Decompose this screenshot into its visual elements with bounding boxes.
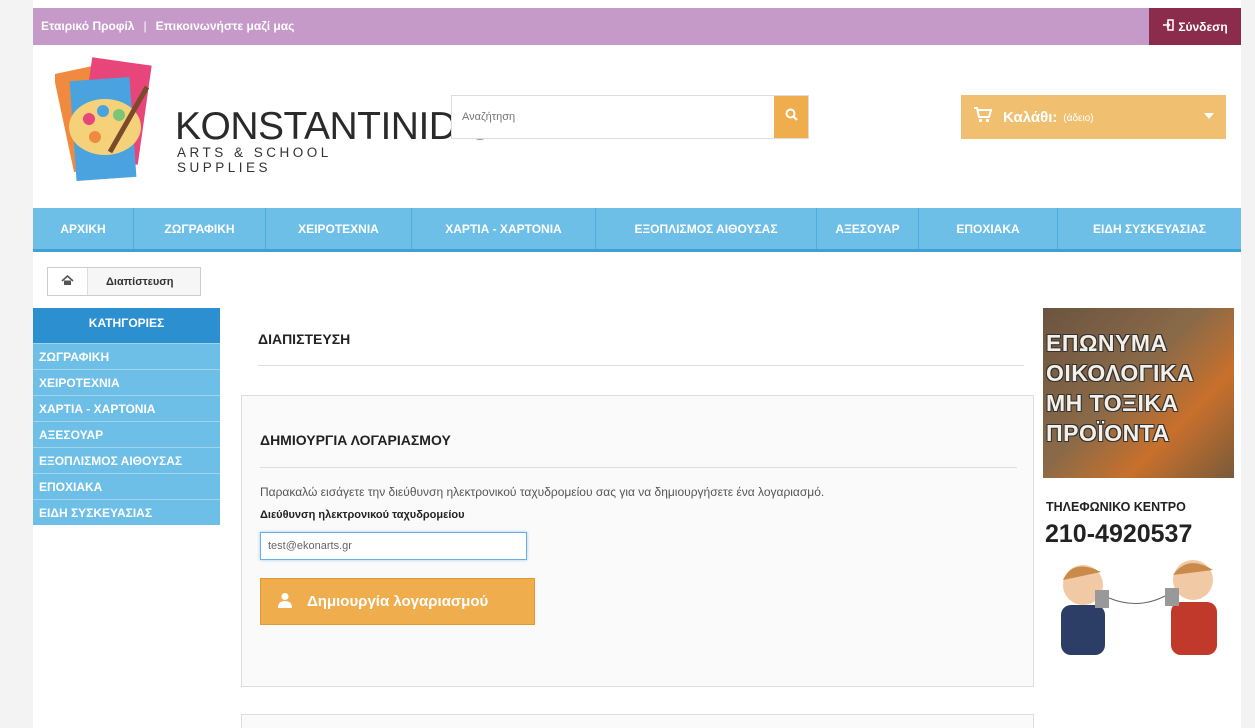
logo-tagline: ARTS & SCHOOL SUPPLIES — [177, 145, 332, 175]
breadcrumb-home[interactable] — [48, 268, 88, 295]
eco-products-banner[interactable]: ΕΠΩΝΥΜΑ ΟΙΚΟΛΟΓΙΚΑ ΜΗ ΤΟΞΙΚΑ ΠΡΟΪΟΝΤΑ — [1043, 308, 1234, 478]
home-icon — [61, 274, 74, 289]
breadcrumb-current: Διαπίστευση — [106, 275, 174, 288]
sidebar-item-painting[interactable]: ΖΩΓΡΑΦΙΚΗ — [33, 343, 220, 369]
search-icon — [785, 108, 798, 126]
eco-line-2: ΟΙΚΟΛΟΓΙΚΑ — [1046, 360, 1195, 386]
category-sidebar: ΚΑΤΗΓΟΡΙΕΣ ΖΩΓΡΑΦΙΚΗ ΧΕΙΡΟΤΕΧΝΙΑ ΧΑΡΤΙΑ … — [33, 308, 220, 525]
sidebar-item-accessories[interactable]: ΑΞΕΣΟΥΑΡ — [33, 421, 220, 447]
sidebar-item-classroom[interactable]: ΕΞΟΠΛΙΣΜΟΣ ΑΙΘΟΥΣΑΣ — [33, 447, 220, 473]
chevron-down-icon — [1204, 113, 1214, 119]
sidebar-title: ΚΑΤΗΓΟΡΙΕΣ — [33, 308, 220, 343]
user-icon — [277, 592, 293, 612]
cart-button[interactable]: Καλάθι: (άδειο) — [961, 95, 1226, 139]
create-account-label: Δημιουργία λογαριασμού — [307, 593, 489, 610]
eco-line-4: ΠΡΟΪΟΝΤΑ — [1046, 420, 1170, 446]
sidebar-item-packaging[interactable]: ΕΙΔΗ ΣΥΣΚΕΥΑΣΙΑΣ — [33, 499, 220, 525]
login-panel — [241, 714, 1034, 728]
phone-center-label: ΤΗΛΕΦΩΝΙΚΟ ΚΕΝΤΡΟ — [1046, 500, 1186, 514]
nav-item-paper[interactable]: ΧΑΡΤΙΑ - ΧΑΡΤΟΝΙΑ — [412, 208, 596, 249]
create-account-intro: Παρακαλώ εισάγετε την διεύθυνση ηλεκτρον… — [260, 485, 825, 499]
email-label: Διεύθυνση ηλεκτρονικού ταχυδρομείου — [260, 509, 465, 521]
breadcrumb: Διαπίστευση — [47, 267, 201, 296]
nav-item-classroom[interactable]: ΕΞΟΠΛΙΣΜΟΣ ΑΙΘΟΥΣΑΣ — [596, 208, 817, 249]
nav-item-painting[interactable]: ΖΩΓΡΑΦΙΚΗ — [134, 208, 266, 249]
create-account-button[interactable]: Δημιουργία λογαριασμού — [260, 578, 535, 625]
create-account-heading: ΔΗΜΙΟΥΡΓΙΑ ΛΟΓΑΡΙΑΣΜΟΥ — [260, 432, 451, 448]
sidebar-item-paper[interactable]: ΧΑΡΤΙΑ - ΧΑΡΤΟΝΙΑ — [33, 395, 220, 421]
login-button[interactable]: Σύνδεση — [1149, 8, 1241, 45]
panel-divider — [260, 467, 1017, 468]
main-nav: ΑΡΧΙΚΗ ΖΩΓΡΑΦΙΚΗ ΧΕΙΡΟΤΕΧΝΙΑ ΧΑΡΤΙΑ - ΧΑ… — [33, 208, 1241, 252]
top-bar: Εταιρικό Προφίλ | Επικοινωνήστε μαζί μας… — [33, 8, 1241, 45]
nav-item-packaging[interactable]: ΕΙΔΗ ΣΥΣΚΕΥΑΣΙΑΣ — [1058, 208, 1241, 249]
sidebar-item-crafts[interactable]: ΧΕΙΡΟΤΕΧΝΙΑ — [33, 369, 220, 395]
cart-label: Καλάθι: — [1003, 108, 1058, 126]
logo-name: KONSTANTINIDIS — [175, 105, 493, 148]
top-links: Εταιρικό Προφίλ | Επικοινωνήστε μαζί μας — [41, 19, 294, 33]
contact-link[interactable]: Επικοινωνήστε μαζί μας — [156, 19, 295, 33]
top-links-separator: | — [143, 19, 147, 33]
nav-item-home[interactable]: ΑΡΧΙΚΗ — [33, 208, 134, 249]
phone-banner-image — [1043, 550, 1234, 655]
title-divider — [258, 365, 1024, 366]
nav-item-seasonal[interactable]: ΕΠΟΧΙΑΚΑ — [919, 208, 1058, 249]
logo-icon — [55, 57, 152, 181]
search-button[interactable] — [774, 96, 808, 138]
create-account-panel: ΔΗΜΙΟΥΡΓΙΑ ΛΟΓΑΡΙΑΣΜΟΥ Παρακαλώ εισάγετε… — [241, 395, 1034, 687]
search-input[interactable] — [452, 96, 774, 138]
eco-line-3: ΜΗ ΤΟΞΙΚΑ — [1046, 390, 1179, 416]
nav-item-crafts[interactable]: ΧΕΙΡΟΤΕΧΝΙΑ — [266, 208, 412, 249]
search-box — [451, 95, 809, 139]
nav-item-accessories[interactable]: ΑΞΕΣΟΥΑΡ — [817, 208, 919, 249]
login-label: Σύνδεση — [1178, 19, 1228, 34]
page: Εταιρικό Προφίλ | Επικοινωνήστε μαζί μας… — [33, 0, 1241, 728]
sidebar-item-seasonal[interactable]: ΕΠΟΧΙΑΚΑ — [33, 473, 220, 499]
login-icon — [1162, 19, 1175, 34]
site-logo[interactable]: KONSTANTINIDIS ARTS & SCHOOL SUPPLIES — [55, 57, 493, 187]
eco-line-1: ΕΠΩΝΥΜΑ — [1046, 330, 1168, 356]
email-field[interactable] — [260, 532, 527, 560]
cart-status: (άδειο) — [1063, 113, 1094, 124]
cart-icon — [973, 106, 993, 128]
company-profile-link[interactable]: Εταιρικό Προφίλ — [41, 19, 134, 33]
phone-number: 210-4920537 — [1045, 520, 1193, 548]
page-title: ΔΙΑΠΙΣΤΕΥΣΗ — [258, 331, 351, 347]
